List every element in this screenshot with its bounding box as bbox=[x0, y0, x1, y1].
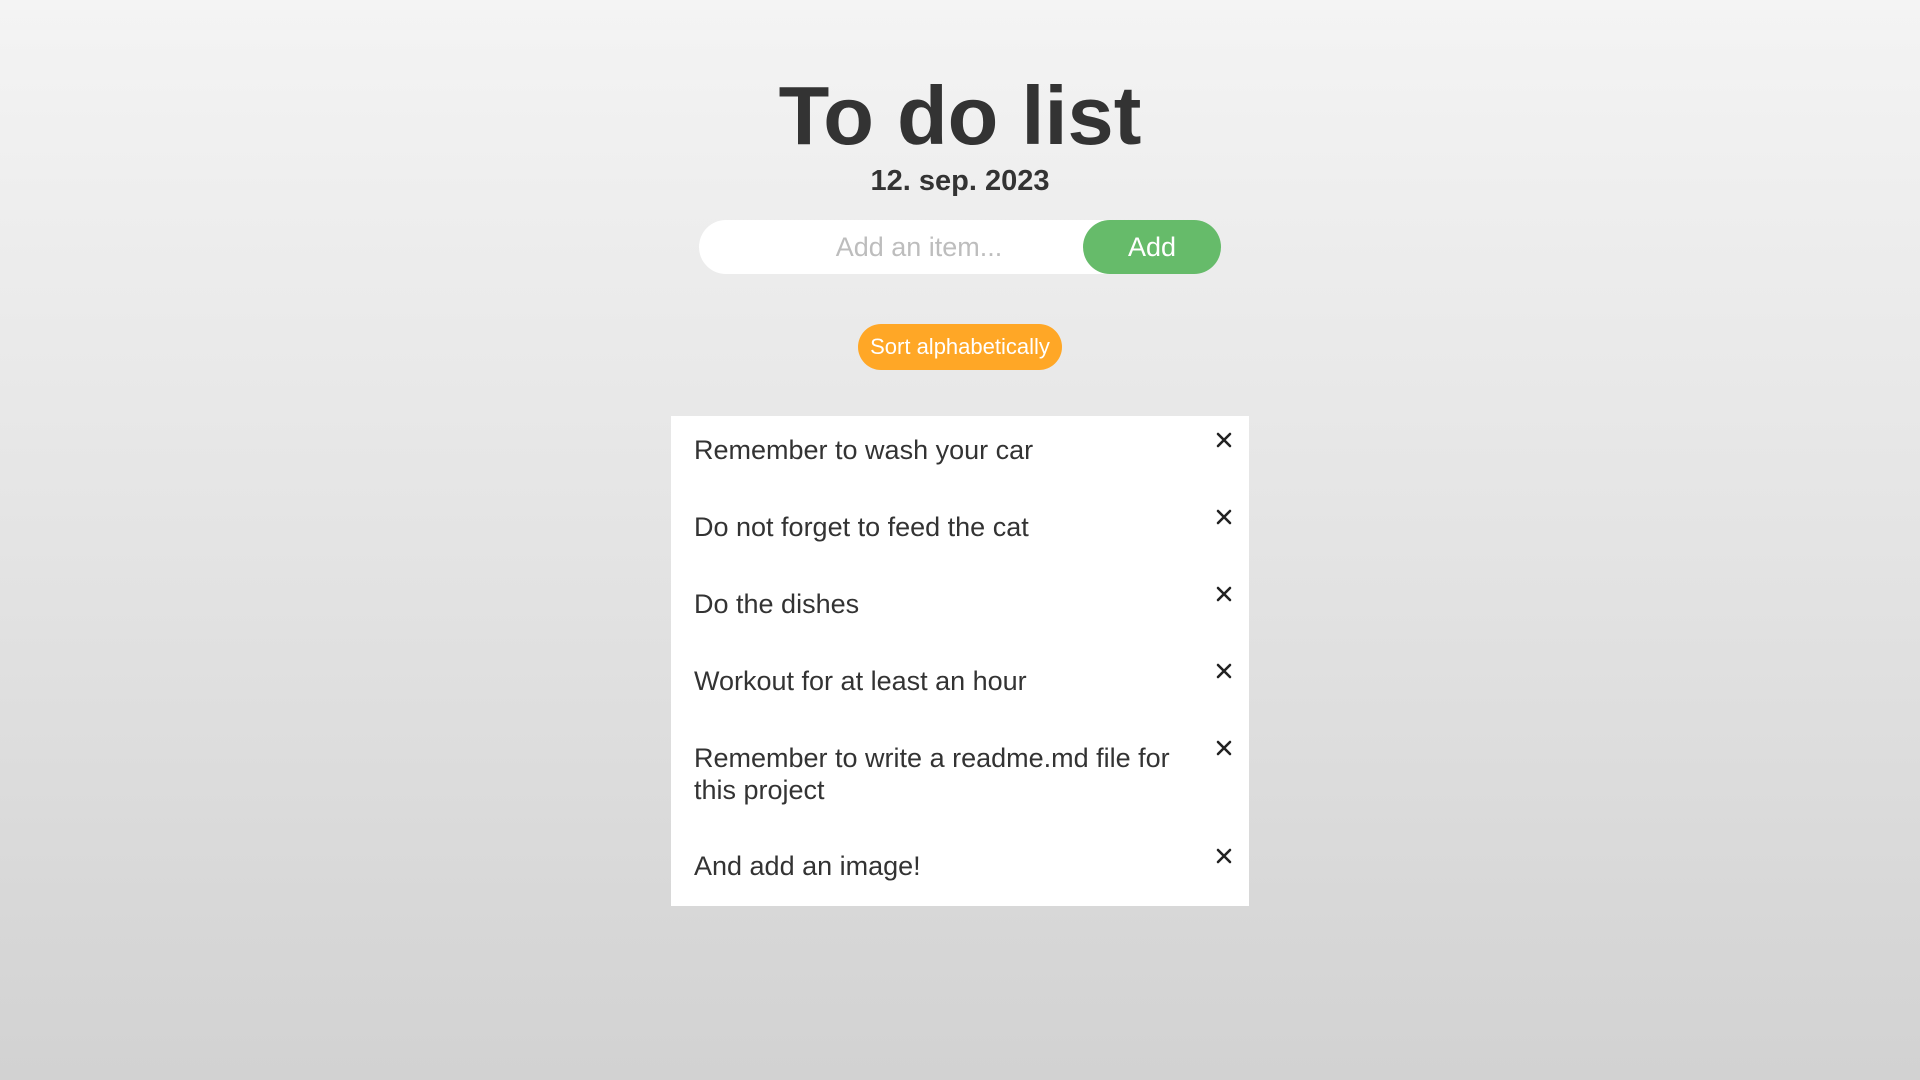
close-icon[interactable] bbox=[1212, 505, 1236, 529]
todo-item: Do not forget to feed the cat bbox=[671, 493, 1249, 570]
close-icon[interactable] bbox=[1212, 844, 1236, 868]
current-date: 12. sep. 2023 bbox=[870, 165, 1050, 197]
add-button[interactable]: Add bbox=[1083, 220, 1221, 274]
add-item-input[interactable] bbox=[699, 220, 1139, 274]
close-icon[interactable] bbox=[1212, 582, 1236, 606]
todo-item-text: Do the dishes bbox=[694, 589, 860, 619]
todo-item-text: Workout for at least an hour bbox=[694, 666, 1027, 696]
todo-list: Remember to wash your car Do not forget … bbox=[671, 416, 1249, 906]
todo-item-text: Remember to write a readme.md file for t… bbox=[694, 743, 1170, 805]
add-item-form: Add bbox=[699, 220, 1221, 274]
todo-item: And add an image! bbox=[671, 832, 1249, 906]
todo-item-text: Remember to wash your car bbox=[694, 435, 1034, 465]
todo-item-text: Do not forget to feed the cat bbox=[694, 512, 1029, 542]
close-icon[interactable] bbox=[1212, 736, 1236, 760]
todo-app: To do list 12. sep. 2023 Add Sort alphab… bbox=[0, 0, 1920, 1080]
todo-item: Workout for at least an hour bbox=[671, 647, 1249, 724]
sort-alphabetically-button[interactable]: Sort alphabetically bbox=[858, 324, 1062, 370]
todo-item: Remember to write a readme.md file for t… bbox=[671, 724, 1249, 832]
todo-item-text: And add an image! bbox=[694, 851, 921, 881]
todo-item: Do the dishes bbox=[671, 570, 1249, 647]
page-title: To do list bbox=[778, 69, 1142, 162]
close-icon[interactable] bbox=[1212, 428, 1236, 452]
todo-item: Remember to wash your car bbox=[671, 416, 1249, 493]
close-icon[interactable] bbox=[1212, 659, 1236, 683]
